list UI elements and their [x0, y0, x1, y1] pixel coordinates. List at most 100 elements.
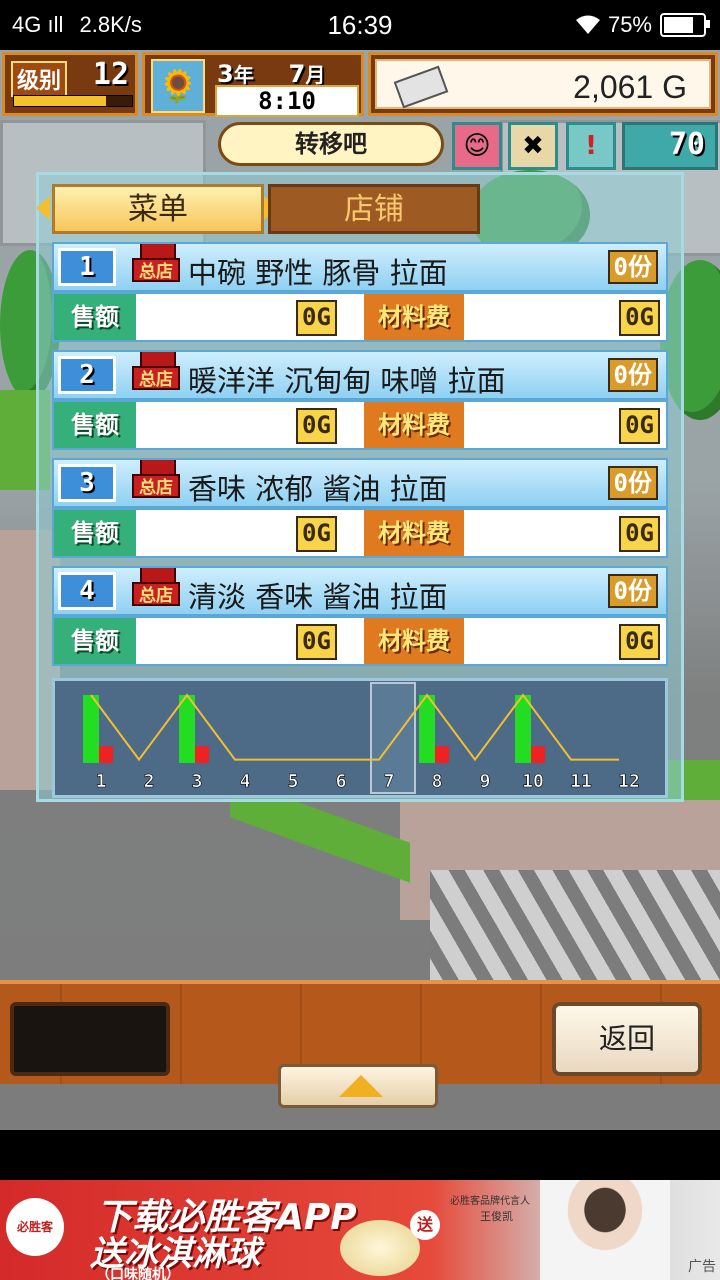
- sales-value: 0G: [296, 516, 337, 552]
- month-tick-label: 11: [570, 771, 592, 792]
- menu-row-index: 2: [58, 356, 116, 394]
- menu-row-header[interactable]: 1 总店 中碗 野性 豚骨 拉面 0份: [52, 242, 668, 292]
- sales-label: 售额: [54, 402, 136, 448]
- battery-percent: 75%: [607, 12, 652, 37]
- store-icon: 总店: [132, 568, 182, 614]
- money-inner: 2,061 G: [375, 59, 711, 109]
- menu-row-index: 1: [58, 248, 116, 286]
- menu-row[interactable]: 1 总店 中碗 野性 豚骨 拉面 0份 售额 0G 材料费 0G: [52, 242, 668, 346]
- pizzahut-logo: 必胜客: [6, 1198, 64, 1256]
- transfer-button[interactable]: 转移吧: [218, 122, 444, 166]
- tab-menu[interactable]: 菜单: [52, 184, 264, 234]
- material-cost-value: 0G: [619, 300, 660, 336]
- cost-bar: [531, 746, 545, 763]
- menu-item-name: 香味 浓郁 酱油 拉面: [188, 472, 448, 506]
- ad-note: （口味随机）: [96, 1267, 180, 1280]
- store-icon: 总店: [132, 460, 182, 506]
- tab-left-arrow-icon[interactable]: [36, 196, 50, 220]
- store-icon: 总店: [132, 352, 182, 398]
- month-tick-label: 7: [384, 771, 395, 792]
- menu-item-name: 中碗 野性 豚骨 拉面: [188, 256, 448, 290]
- menu-row[interactable]: 4 总店 清淡 香味 酱油 拉面 0份 售额 0G 材料费 0G: [52, 566, 668, 670]
- month-tick-label: 12: [618, 771, 640, 792]
- menu-row-header[interactable]: 2 总店 暖洋洋 沉甸甸 味噌 拉面 0份: [52, 350, 668, 400]
- money-amount: 2,061 G: [573, 69, 687, 105]
- game-clock: 8:10: [215, 85, 359, 117]
- ad-gap: [0, 1130, 720, 1180]
- crosswalk: [430, 870, 720, 990]
- store-sign: 总店: [132, 474, 180, 498]
- date-panel: 🌻 3年 7月 8:10: [142, 52, 364, 117]
- material-cost-value: 0G: [619, 624, 660, 660]
- menu-row-index: 3: [58, 464, 116, 502]
- month-tick-label: 6: [336, 771, 347, 792]
- year-month: 3年 7月: [217, 59, 325, 88]
- ad-ambassador-name: 王俊凯: [480, 1210, 513, 1223]
- month-value: 7: [288, 60, 306, 88]
- menu-item-count: 0份: [607, 574, 658, 608]
- sales-value: 0G: [296, 300, 337, 336]
- back-button[interactable]: 返回: [552, 1002, 702, 1076]
- ad-person-image: [540, 1180, 670, 1280]
- cost-bar: [435, 746, 449, 763]
- battery-fill: [664, 17, 693, 33]
- ad-banner[interactable]: 必胜客 下载必胜客APP 送冰淇淋球 （口味随机） 送 必胜客品牌代言人 王俊凯…: [0, 1180, 720, 1280]
- store-sign: 总店: [132, 258, 180, 282]
- chart-svg: 1 2 3 4 5 6 7 8 9 10 11 12: [83, 682, 640, 794]
- info-display-box: [10, 1002, 170, 1076]
- month-tick-label: 9: [480, 771, 491, 792]
- menu-row-index: 4: [58, 572, 116, 610]
- level-panel: 级别 12: [2, 52, 138, 116]
- menu-row-header[interactable]: 3 总店 香味 浓郁 酱油 拉面 0份: [52, 458, 668, 508]
- ad-tag: 广告: [688, 1259, 716, 1275]
- tab-shop[interactable]: 店铺: [268, 184, 480, 234]
- month-tick-label: 1: [96, 771, 107, 792]
- menu-row-stats: 售额 0G 材料费 0G: [52, 616, 668, 666]
- monthly-sales-chart: 1 2 3 4 5 6 7 8 9 10 11 12: [52, 678, 668, 798]
- material-cost-value: 0G: [619, 516, 660, 552]
- menu-row[interactable]: 2 总店 暖洋洋 沉甸甸 味噌 拉面 0份 售额 0G 材料费 0G: [52, 350, 668, 454]
- menu-row-header[interactable]: 4 总店 清淡 香味 酱油 拉面 0份: [52, 566, 668, 616]
- month-tick-label: 3: [192, 771, 203, 792]
- sales-label: 售额: [54, 618, 136, 664]
- sales-label: 售额: [54, 510, 136, 556]
- year-unit: 年: [233, 63, 254, 87]
- expand-button[interactable]: [278, 1064, 438, 1108]
- customer-counter: 70: [622, 122, 718, 170]
- month-tick-label: 10: [522, 771, 544, 792]
- material-cost-label: 材料费: [364, 618, 464, 664]
- status-bar: 4G ıll 2.8K/s 16:39 75%: [0, 0, 720, 50]
- alert-icon[interactable]: !: [566, 122, 616, 170]
- material-cost-label: 材料费: [364, 402, 464, 448]
- ad-badge: 送: [410, 1210, 440, 1240]
- up-arrow-icon: [339, 1075, 383, 1097]
- sales-label: 售额: [54, 294, 136, 340]
- crossed-tools-icon[interactable]: ✖: [508, 122, 558, 170]
- material-cost-value: 0G: [619, 408, 660, 444]
- store-icon: 总店: [132, 244, 182, 290]
- sales-bar: [179, 695, 195, 763]
- sales-bar: [83, 695, 99, 763]
- menu-row-stats: 售额 0G 材料费 0G: [52, 292, 668, 342]
- month-tick-label: 2: [144, 771, 155, 792]
- level-label: 级别: [11, 61, 68, 97]
- battery-icon: [660, 13, 710, 37]
- menu-row-stats: 售额 0G 材料费 0G: [52, 508, 668, 558]
- ice-cream-image: [340, 1220, 420, 1276]
- month-unit: 月: [305, 63, 326, 87]
- level-value: 12: [92, 57, 129, 92]
- sales-bar: [419, 695, 435, 763]
- smiley-status-icon[interactable]: 😊: [452, 122, 502, 170]
- menu-row[interactable]: 3 总店 香味 浓郁 酱油 拉面 0份 售额 0G 材料费 0G: [52, 458, 668, 562]
- level-progress-bar: [13, 95, 133, 107]
- month-tick-label: 5: [288, 771, 299, 792]
- level-progress-fill: [14, 96, 107, 106]
- status-right: 75%: [575, 12, 710, 38]
- month-tick-label: 8: [432, 771, 443, 792]
- cost-bar: [99, 746, 113, 763]
- menu-item-count: 0份: [607, 250, 658, 284]
- cost-bar: [195, 746, 209, 763]
- sales-value: 0G: [296, 408, 337, 444]
- menu-item-name: 清淡 香味 酱油 拉面: [188, 580, 448, 614]
- year-value: 3: [217, 60, 234, 88]
